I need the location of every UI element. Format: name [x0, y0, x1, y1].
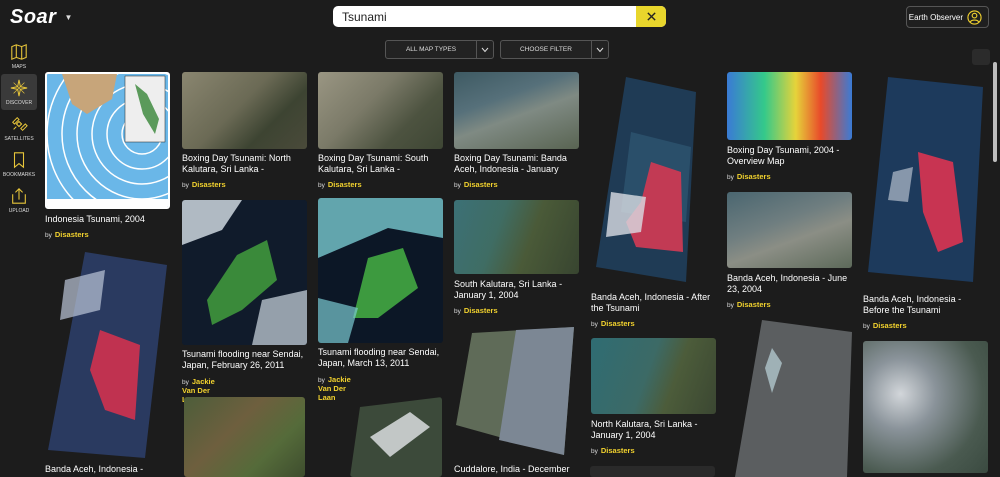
- map-thumbnail[interactable]: [863, 341, 988, 473]
- card-author: by Disasters: [727, 300, 771, 309]
- map-thumbnail[interactable]: [182, 72, 307, 149]
- card-title: Banda Aceh, Indonesia -: [45, 464, 144, 474]
- map-thumbnail[interactable]: [350, 397, 442, 477]
- card-author: by Disasters: [454, 306, 498, 315]
- card-author: by Disasters: [591, 446, 635, 455]
- map-thumbnail[interactable]: [727, 192, 852, 268]
- map-thumbnail[interactable]: [184, 397, 305, 477]
- map-thumbnail[interactable]: [45, 72, 170, 209]
- map-thumbnail[interactable]: [590, 466, 715, 477]
- map-thumbnail[interactable]: [591, 338, 716, 414]
- card-author: by Disasters: [863, 321, 907, 330]
- card-title: Tsunami flooding near Sendai, Japan, Mar…: [318, 347, 440, 368]
- card-author: by Disasters: [318, 180, 362, 189]
- app-root: Soar ▼ Earth Observer ALL MAP TYPES CHOO…: [0, 0, 1000, 477]
- map-thumbnail[interactable]: [182, 200, 307, 345]
- map-thumbnail[interactable]: [591, 72, 716, 287]
- card-title: Boxing Day Tsunami: North Kalutara, Sri …: [182, 153, 291, 174]
- card-title: Boxing Day Tsunami: Banda Aceh, Indonesi…: [454, 153, 567, 174]
- map-thumbnail[interactable]: [318, 72, 443, 149]
- card-title: South Kalutara, Sri Lanka - January 1, 2…: [454, 279, 563, 300]
- map-thumbnail[interactable]: [318, 198, 443, 343]
- card-title: Banda Aceh, Indonesia - June 23, 2004: [727, 273, 848, 294]
- card-title: Boxing Day Tsunami, 2004 - Overview Map: [727, 145, 840, 166]
- card-title: Cuddalore, India - December: [454, 464, 570, 474]
- card-author: by Disasters: [45, 230, 89, 239]
- map-thumbnail[interactable]: [454, 325, 579, 460]
- card-title: Indonesia Tsunami, 2004: [45, 214, 145, 224]
- map-thumbnail[interactable]: [863, 72, 988, 287]
- card-author: byJackie Van Der Laan: [318, 375, 351, 402]
- card-title: Banda Aceh, Indonesia - After the Tsunam…: [591, 292, 711, 313]
- map-thumbnail[interactable]: [45, 250, 170, 460]
- results-grid: Indonesia Tsunami, 2004 by Disasters Boxi…: [0, 0, 1000, 477]
- card-author: by Disasters: [454, 180, 498, 189]
- card-title: North Kalutara, Sri Lanka - January 1, 2…: [591, 419, 698, 440]
- card-title: Tsunami flooding near Sendai, Japan, Feb…: [182, 349, 304, 370]
- map-thumbnail[interactable]: [454, 200, 579, 274]
- card-title: Banda Aceh, Indonesia - Before the Tsuna…: [863, 294, 962, 315]
- card-title: Boxing Day Tsunami: South Kalutara, Sri …: [318, 153, 429, 174]
- map-thumbnail[interactable]: [727, 72, 852, 140]
- card-author: by Disasters: [182, 180, 226, 189]
- card-author: by Disasters: [591, 319, 635, 328]
- card-author: by Disasters: [727, 172, 771, 181]
- map-thumbnail[interactable]: [727, 318, 852, 477]
- map-thumbnail[interactable]: [454, 72, 579, 149]
